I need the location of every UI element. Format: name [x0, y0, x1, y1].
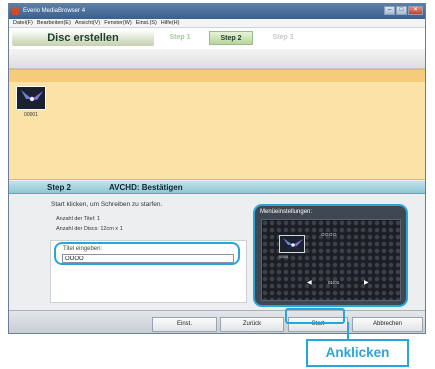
minimize-button[interactable]: ‒ — [384, 6, 395, 15]
close-button[interactable]: ✕ — [408, 6, 423, 15]
step-bar: Disc erstellen Step 1 Step 2 Step 3 — [9, 28, 425, 49]
start-button[interactable]: Start — [288, 317, 348, 332]
title-bar: Everio MediaBrowser 4 ‒ □ ✕ — [9, 4, 425, 19]
menu-einst[interactable]: Einst.(S) — [134, 19, 159, 27]
thumbnail-area: 00001 — [9, 69, 425, 180]
menu-page-number: 01/01 — [328, 280, 340, 285]
menu-ansicht[interactable]: Ansicht(V) — [73, 19, 102, 27]
window-title: Everio MediaBrowser 4 — [23, 8, 86, 14]
confirm-panel: Start klicken, um Schreiben zu starfen. … — [9, 194, 425, 310]
app-window: Everio MediaBrowser 4 ‒ □ ✕ Datei(F) Bea… — [8, 3, 426, 334]
toolbar-strip — [9, 49, 425, 69]
app-icon — [12, 8, 19, 15]
step-1-indicator: Step 1 — [169, 34, 191, 41]
title-panel: Titel eingeben: — [50, 240, 247, 303]
menu-preview-thumbnail[interactable] — [279, 235, 305, 253]
section-step: Step 2 — [47, 183, 72, 192]
section-header: Step 2 AVCHD: Bestätigen — [9, 181, 425, 194]
window-controls: ‒ □ ✕ — [384, 6, 423, 15]
menu-fenster[interactable]: Fenster(W) — [102, 19, 134, 27]
settings-button[interactable]: Einst. — [152, 317, 217, 332]
flower-image-icon — [17, 87, 45, 109]
maximize-button[interactable]: □ — [396, 6, 407, 15]
menu-preview: 00001 OOOO ◀ 01/01 ▶ — [261, 219, 401, 301]
step-2-indicator: Step 2 — [209, 31, 253, 45]
menu-thumbnail-caption: 00001 — [279, 255, 289, 259]
title-input-label: Titel eingeben: — [63, 246, 103, 252]
thumbnail-label: 00001 — [24, 112, 38, 118]
menu-settings-group: Menüeinstellungen: 00001 OOOO ◀ 01/01 ▶ — [253, 204, 408, 307]
cancel-button[interactable]: Abbrechen — [352, 317, 423, 332]
title-count: Anzahl der Titel: 1 — [56, 216, 101, 222]
menu-bar: Datei(F) Bearbeiten(E) Ansicht(V) Fenste… — [9, 19, 425, 28]
disc-count: Anzahl der Discs: 12cm x 1 — [56, 226, 123, 232]
callout-connector — [347, 322, 349, 339]
next-page-icon[interactable]: ▶ — [364, 279, 369, 286]
instruction-text: Start klicken, um Schreiben zu starfen. — [51, 201, 163, 208]
click-callout: Anklicken — [306, 339, 409, 367]
thumbnail-area-header — [9, 70, 425, 82]
section-title: AVCHD: Bestätigen — [109, 183, 183, 192]
menu-bearbeiten[interactable]: Bearbeiten(E) — [35, 19, 73, 27]
flower-image-icon — [280, 236, 304, 252]
menu-datei[interactable]: Datei(F) — [11, 19, 35, 27]
menu-preview-title: OOOO — [321, 232, 338, 237]
step-3-indicator: Step 3 — [272, 34, 294, 41]
previous-page-icon[interactable]: ◀ — [307, 279, 312, 286]
title-input[interactable] — [62, 254, 234, 263]
menu-hilfe[interactable]: Hilfe(H) — [159, 19, 182, 27]
menu-settings-label: Menüeinstellungen: — [260, 209, 313, 215]
video-thumbnail[interactable] — [16, 86, 46, 110]
disc-create-title: Disc erstellen — [12, 30, 154, 46]
title-input-group: Titel eingeben: — [54, 242, 240, 265]
action-bar: Einst. Zurück Start Abbrechen — [9, 310, 425, 333]
back-button[interactable]: Zurück — [220, 317, 284, 332]
